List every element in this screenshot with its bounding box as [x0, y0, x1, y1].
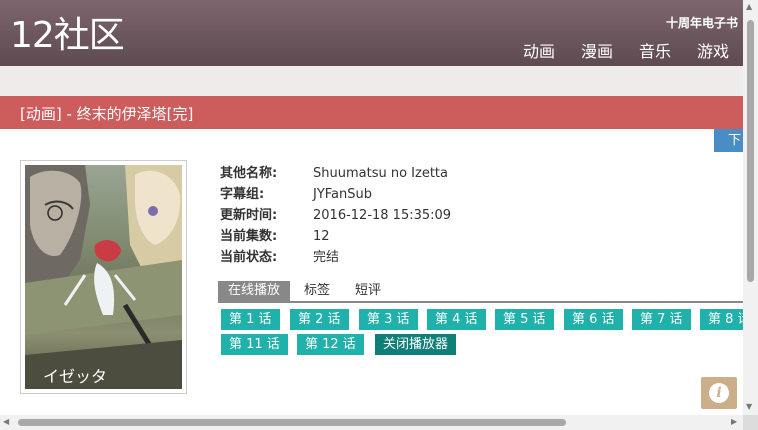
episode-list: 第 1 话 第 2 话 第 3 话 第 4 话 第 5 话 第 6 话 第 7 …	[221, 309, 743, 359]
detail-row-episodes: 当前集数: 12	[220, 226, 451, 247]
anime-details: 其他名称: Shuumatsu no Izetta 字幕组: JYFanSub 更新…	[220, 163, 451, 268]
episode-button-5[interactable]: 第 5 话	[495, 309, 554, 330]
detail-value: Shuumatsu no Izetta	[313, 166, 448, 181]
ebook-link[interactable]: 十周年电子书	[666, 14, 738, 31]
episode-button-6[interactable]: 第 6 话	[564, 309, 623, 330]
horizontal-scrollbar[interactable]: ◀ ▶	[0, 415, 743, 430]
content-tabs: 在线播放 标签 短评	[218, 281, 743, 303]
nav-item-games[interactable]: 游戏	[697, 38, 729, 62]
detail-label: 字幕组:	[220, 187, 265, 202]
nav-item-anime[interactable]: 动画	[523, 38, 555, 62]
detail-label: 当前集数:	[220, 229, 278, 244]
main-nav: 动画 漫画 音乐 游戏	[497, 38, 729, 62]
episode-button-2[interactable]: 第 2 话	[290, 309, 349, 330]
horizontal-scroll-thumb[interactable]	[18, 419, 566, 426]
detail-value: 12	[313, 229, 330, 244]
detail-label: 更新时间:	[220, 208, 278, 223]
close-player-button[interactable]: 关闭播放器	[375, 334, 457, 355]
page-title-bar: [动画] - 终末的伊泽塔[完]	[0, 96, 743, 129]
episode-button-8[interactable]: 第 8 话	[700, 309, 743, 330]
episode-button-12[interactable]: 第 12 话	[297, 334, 364, 355]
episode-button-4[interactable]: 第 4 话	[427, 309, 486, 330]
download-button[interactable]: 下	[714, 129, 743, 152]
scroll-down-icon[interactable]: ▼	[746, 402, 752, 411]
poster-title-text: イゼッタ	[43, 367, 108, 386]
vertical-scroll-thumb[interactable]	[747, 20, 754, 282]
site-header: 12社区 十周年电子书 动画 漫画 音乐 游戏	[0, 0, 743, 66]
tab-online-play[interactable]: 在线播放	[218, 281, 291, 301]
poster-image[interactable]: イゼッタ	[25, 165, 182, 389]
scrollbar-corner	[743, 415, 758, 430]
nav-item-manga[interactable]: 漫画	[581, 38, 613, 62]
episode-button-3[interactable]: 第 3 话	[359, 309, 418, 330]
detail-row-fansub: 字幕组: JYFanSub	[220, 184, 451, 205]
episode-button-11[interactable]: 第 11 话	[221, 334, 288, 355]
scroll-left-icon[interactable]: ◀	[3, 417, 9, 426]
scroll-up-icon[interactable]: ▲	[746, 2, 752, 11]
info-button[interactable]: i	[701, 377, 737, 409]
detail-value: 2016-12-18 15:35:09	[313, 208, 452, 223]
detail-row-updated: 更新时间: 2016-12-18 15:35:09	[220, 205, 451, 226]
info-icon: i	[709, 383, 729, 403]
detail-value: 完结	[313, 250, 340, 265]
nav-item-music[interactable]: 音乐	[639, 38, 671, 62]
episode-button-1[interactable]: 第 1 话	[221, 309, 280, 330]
episode-button-7[interactable]: 第 7 话	[632, 309, 691, 330]
site-logo[interactable]: 12社区	[10, 16, 125, 56]
detail-label: 当前状态:	[220, 250, 278, 265]
detail-row-alt-name: 其他名称: Shuumatsu no Izetta	[220, 163, 451, 184]
page-title: [动画] - 终末的伊泽塔[完]	[20, 105, 194, 123]
detail-value: JYFanSub	[313, 187, 373, 202]
detail-label: 其他名称:	[220, 166, 278, 181]
scroll-right-icon[interactable]: ▶	[731, 417, 737, 426]
sub-header-strip	[0, 66, 743, 96]
detail-row-status: 当前状态: 完结	[220, 247, 451, 268]
vertical-scrollbar[interactable]: ▲ ▼	[743, 0, 758, 415]
poster-frame: イゼッタ	[20, 160, 187, 394]
tab-tags[interactable]: 标签	[304, 281, 330, 301]
tab-reviews[interactable]: 短评	[355, 281, 381, 301]
